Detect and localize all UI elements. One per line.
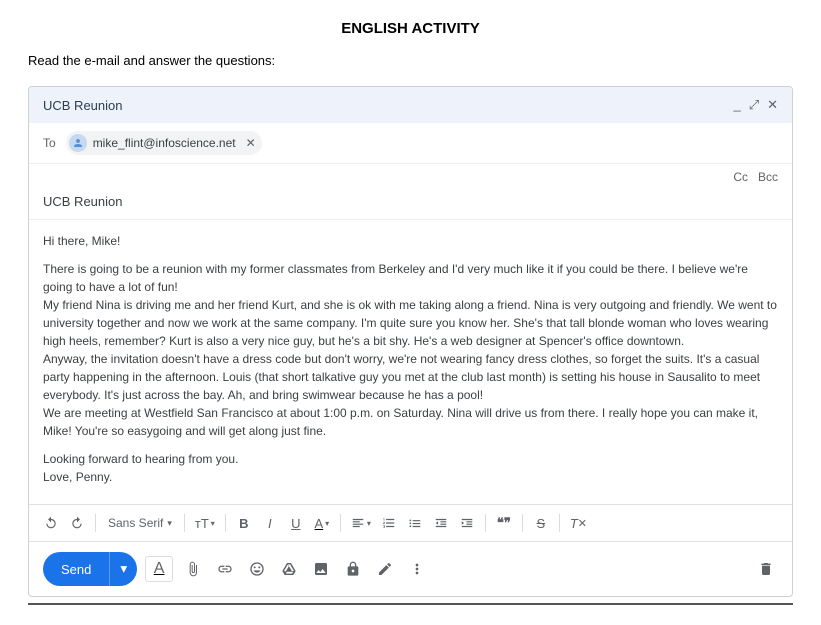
window-controls: _ ⤢ ✕: [733, 97, 778, 113]
link-icon[interactable]: [213, 557, 237, 581]
underline-icon[interactable]: U: [284, 511, 308, 535]
indent-more-icon[interactable]: [455, 511, 479, 535]
close-icon[interactable]: ✕: [767, 97, 778, 113]
indent-less-icon[interactable]: [429, 511, 453, 535]
pen-icon[interactable]: [373, 557, 397, 581]
undo-icon[interactable]: [39, 511, 63, 535]
strikethrough-icon[interactable]: S: [529, 511, 553, 535]
font-size-icon[interactable]: тT▾: [191, 511, 219, 535]
align-icon[interactable]: ▾: [347, 511, 375, 535]
footer-rule: [28, 603, 793, 605]
recipient-chip[interactable]: mike_flint@infoscience.net ✕: [66, 131, 262, 155]
bcc-button[interactable]: Bcc: [758, 170, 778, 184]
remove-recipient-icon[interactable]: ✕: [246, 136, 256, 150]
emoji-icon[interactable]: [245, 557, 269, 581]
page-title: ENGLISH ACTIVITY: [28, 20, 793, 37]
clear-format-icon[interactable]: T✕: [566, 511, 591, 535]
separator: [485, 514, 486, 532]
body-paragraph: There is going to be a reunion with my f…: [43, 260, 778, 440]
compose-header: UCB Reunion _ ⤢ ✕: [29, 87, 792, 123]
compose-window: UCB Reunion _ ⤢ ✕ To mike_flint@infoscie…: [28, 86, 793, 597]
font-select[interactable]: Sans Serif▾: [102, 511, 178, 535]
expand-icon[interactable]: ⤢: [749, 97, 759, 113]
to-row: To mike_flint@infoscience.net ✕: [29, 123, 792, 164]
to-label: To: [43, 136, 56, 150]
bold-icon[interactable]: B: [232, 511, 256, 535]
trash-icon[interactable]: [754, 557, 778, 581]
image-icon[interactable]: [309, 557, 333, 581]
format-a-icon[interactable]: A: [145, 556, 173, 582]
cc-button[interactable]: Cc: [733, 170, 748, 184]
cc-bcc-row: Cc Bcc: [29, 164, 792, 184]
instruction-text: Read the e-mail and answer the questions…: [28, 53, 793, 68]
bullet-list-icon[interactable]: [403, 511, 427, 535]
subject-input[interactable]: UCB Reunion: [29, 184, 792, 220]
drive-icon[interactable]: [277, 557, 301, 581]
send-label: Send: [43, 562, 109, 577]
quote-icon[interactable]: ❝❞: [492, 511, 516, 535]
email-body[interactable]: Hi there, Mike! There is going to be a r…: [29, 220, 792, 504]
text-color-icon[interactable]: A▾: [310, 511, 334, 535]
italic-icon[interactable]: I: [258, 511, 282, 535]
greeting: Hi there, Mike!: [43, 232, 778, 250]
more-icon[interactable]: [405, 557, 429, 581]
redo-icon[interactable]: [65, 511, 89, 535]
separator: [184, 514, 185, 532]
send-row: Send ▾ A: [29, 542, 792, 596]
avatar-icon: [69, 134, 87, 152]
separator: [225, 514, 226, 532]
separator: [522, 514, 523, 532]
numbered-list-icon[interactable]: [377, 511, 401, 535]
separator: [559, 514, 560, 532]
separator: [340, 514, 341, 532]
confidential-icon[interactable]: [341, 557, 365, 581]
closing: Looking forward to hearing from you.Love…: [43, 450, 778, 486]
recipient-email: mike_flint@infoscience.net: [93, 136, 236, 150]
minimize-icon[interactable]: _: [733, 97, 740, 113]
header-subject: UCB Reunion: [43, 98, 123, 113]
formatting-toolbar: Sans Serif▾ тT▾ B I U A▾ ▾ ❝❞ S T✕: [29, 504, 792, 542]
separator: [95, 514, 96, 532]
attachment-icon[interactable]: [181, 557, 205, 581]
